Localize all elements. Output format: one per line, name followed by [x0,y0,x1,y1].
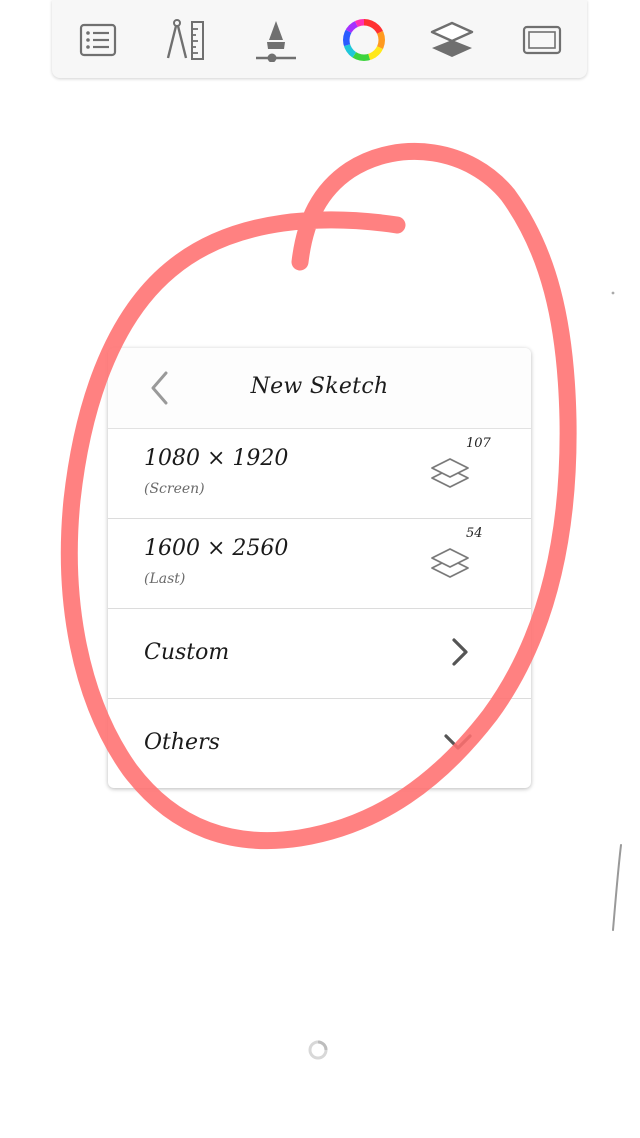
loading-spinner-icon [308,1040,328,1060]
ruler-tool-button[interactable] [158,12,214,68]
layers-icon [430,21,474,57]
top-toolbar [52,0,587,78]
brush-tool-button[interactable] [248,12,304,68]
dialog-title: New Sketch [250,374,389,399]
layers-icon [431,458,469,488]
layer-count: 54 [466,526,483,541]
size-label: 1080 × 1920 [144,446,289,471]
color-picker-button[interactable] [336,12,392,68]
others-label: Others [144,730,220,755]
ruler-compass-icon [166,19,204,60]
fullscreen-icon [522,25,562,55]
drawing-canvas[interactable]: New Sketch 1080 × 1920 (Screen) 107 1600… [0,0,640,1138]
layer-count: 107 [466,436,491,451]
size-note: (Screen) [144,481,205,497]
size-option-screen[interactable]: 1080 × 1920 (Screen) 107 [108,428,531,519]
chevron-right-icon [452,638,468,666]
fullscreen-button[interactable] [514,12,570,68]
size-label: 1600 × 2560 [144,536,289,561]
layers-icon [431,548,469,578]
size-note: (Last) [144,571,186,587]
brush-size-icon [256,21,296,62]
dialog-header: New Sketch [108,348,531,429]
others-option[interactable]: Others [108,698,531,788]
layers-button[interactable] [424,12,480,68]
new-sketch-dialog: New Sketch 1080 × 1920 (Screen) 107 1600… [108,348,531,788]
custom-label: Custom [144,640,230,665]
list-icon [79,23,117,57]
size-option-last[interactable]: 1600 × 2560 (Last) 54 [108,518,531,609]
color-wheel-icon [343,19,385,61]
custom-size-option[interactable]: Custom [108,608,531,699]
gallery-list-button[interactable] [70,12,126,68]
chevron-down-icon [444,734,472,750]
